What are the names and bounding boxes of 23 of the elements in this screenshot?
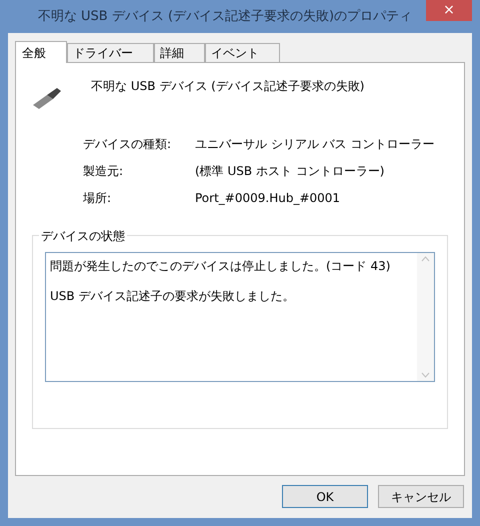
- scrollbar[interactable]: [417, 253, 434, 381]
- tab[interactable]: ドライバー: [67, 43, 154, 62]
- group-title: デバイスの状態: [39, 227, 127, 245]
- window-title: 不明な USB デバイス (デバイス記述子要求の失敗)のプロパティ: [38, 8, 412, 26]
- scroll-down-icon[interactable]: [421, 372, 430, 378]
- property-label: 場所:: [83, 190, 112, 207]
- ok-button[interactable]: OK: [282, 485, 368, 508]
- tab[interactable]: 全般: [15, 41, 67, 63]
- cancel-button[interactable]: キャンセル: [378, 485, 464, 508]
- property-label: 製造元:: [83, 163, 124, 180]
- tab[interactable]: 詳細: [154, 43, 205, 62]
- property-label: デバイスの種類:: [83, 136, 172, 153]
- property-value: (標準 USB ホスト コントローラー): [195, 163, 384, 180]
- property-value: ユニバーサル シリアル バス コントローラー: [195, 136, 434, 153]
- close-button[interactable]: ×: [426, 0, 472, 21]
- scroll-up-icon[interactable]: [421, 256, 430, 262]
- status-text-box[interactable]: 問題が発生したのでこのデバイスは停止しました。(コード 43) USB デバイス記述子の要求が失敗しました。: [45, 252, 435, 382]
- property-value: Port_#0009.Hub_#0001: [195, 190, 340, 207]
- status-message: 問題が発生したのでこのデバイスは停止しました。(コード 43): [50, 258, 392, 275]
- device-name: 不明な USB デバイス (デバイス記述子要求の失敗): [91, 78, 364, 95]
- usb-plug-icon: [31, 85, 63, 109]
- tab[interactable]: イベント: [205, 43, 280, 62]
- status-message: USB デバイス記述子の要求が失敗しました。: [50, 288, 296, 305]
